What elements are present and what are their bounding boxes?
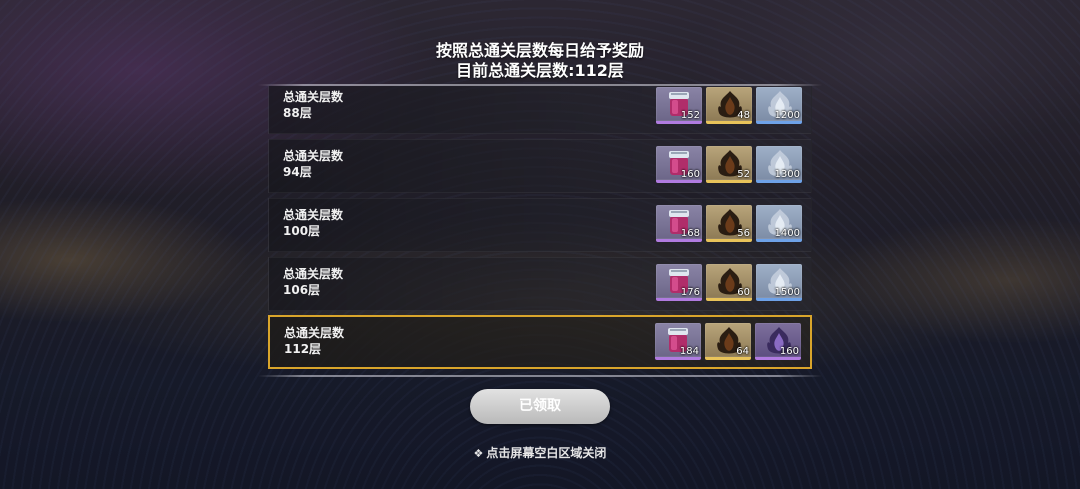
reward-items: 152 48 1200 (656, 87, 802, 124)
header-description: 按照总通关层数每日给予奖励 (435, 41, 644, 60)
row-floors: 106层 (283, 283, 321, 297)
reward-items: 184 64 160 (655, 323, 801, 360)
reward-row: 总通关层数 100层 168 56 1400 (268, 198, 812, 252)
row-floors: 94层 (283, 165, 312, 179)
item-quantity: 1500 (774, 287, 800, 298)
reward-items: 160 52 1300 (656, 146, 802, 183)
current-floor-count: 目前总通关层数:112层 (456, 61, 624, 80)
reward-item-potion[interactable]: 184 (655, 323, 701, 360)
item-quantity: 1400 (774, 228, 800, 239)
claimed-button[interactable]: 已领取 (470, 389, 610, 424)
row-label: 总通关层数 100层 (283, 207, 343, 239)
item-quantity: 64 (736, 346, 749, 357)
reward-item-silver-flame[interactable]: 1400 (756, 205, 802, 242)
row-title: 总通关层数 (283, 267, 344, 281)
reward-row: 总通关层数 106层 176 60 1500 (268, 257, 812, 311)
row-title: 总通关层数 (283, 149, 344, 163)
item-quantity: 1300 (774, 169, 800, 180)
reward-row: 总通关层数 88层 152 48 1200 (268, 86, 812, 134)
row-label: 总通关层数 106层 (283, 266, 343, 298)
reward-item-silver-flame[interactable]: 1300 (756, 146, 802, 183)
item-quantity: 176 (680, 287, 700, 298)
item-quantity: 48 (737, 110, 750, 121)
reward-item-dark-flame[interactable]: 52 (706, 146, 752, 183)
reward-list[interactable]: 总通关层数 88层 152 48 1200 总通关层数 94层 160 52 1… (268, 86, 812, 374)
diamond-bullet-icon: ❖ (473, 447, 484, 460)
item-quantity: 160 (680, 169, 700, 180)
close-hint-text: 点击屏幕空白区域关闭 (486, 446, 607, 460)
close-hint: ❖ 点击屏幕空白区域关闭 (0, 445, 1080, 462)
item-quantity: 184 (679, 346, 699, 357)
row-floors: 100层 (283, 224, 321, 238)
reward-item-dark-flame[interactable]: 64 (705, 323, 751, 360)
item-quantity: 56 (737, 228, 750, 239)
reward-items: 176 60 1500 (656, 264, 802, 301)
reward-item-potion[interactable]: 160 (656, 146, 702, 183)
item-quantity: 168 (680, 228, 700, 239)
reward-item-silver-flame[interactable]: 1200 (756, 87, 802, 124)
row-title: 总通关层数 (284, 326, 345, 340)
reward-item-dark-flame[interactable]: 60 (706, 264, 752, 301)
reward-item-purple-flame[interactable]: 160 (755, 323, 801, 360)
reward-header: 按照总通关层数每日给予奖励 目前总通关层数:112层 (0, 41, 1080, 81)
reward-item-potion[interactable]: 168 (656, 205, 702, 242)
item-quantity: 52 (737, 169, 750, 180)
row-label: 总通关层数 112层 (284, 325, 344, 357)
item-quantity: 152 (680, 110, 700, 121)
reward-item-dark-flame[interactable]: 48 (706, 87, 752, 124)
reward-item-potion[interactable]: 176 (656, 264, 702, 301)
reward-item-silver-flame[interactable]: 1500 (756, 264, 802, 301)
item-quantity: 160 (779, 346, 799, 357)
reward-row: 总通关层数 94层 160 52 1300 (268, 139, 812, 193)
reward-items: 168 56 1400 (656, 205, 802, 242)
row-label: 总通关层数 88层 (283, 89, 343, 121)
row-floors: 112层 (284, 342, 322, 356)
reward-item-dark-flame[interactable]: 56 (706, 205, 752, 242)
reward-row-current: 总通关层数 112层 184 64 160 (268, 315, 812, 369)
row-title: 总通关层数 (283, 208, 344, 222)
row-label: 总通关层数 94层 (283, 148, 343, 180)
item-quantity: 60 (737, 287, 750, 298)
divider-bottom (258, 375, 822, 377)
row-floors: 88层 (283, 106, 312, 120)
reward-item-potion[interactable]: 152 (656, 87, 702, 124)
row-title: 总通关层数 (283, 90, 344, 104)
item-quantity: 1200 (774, 110, 800, 121)
